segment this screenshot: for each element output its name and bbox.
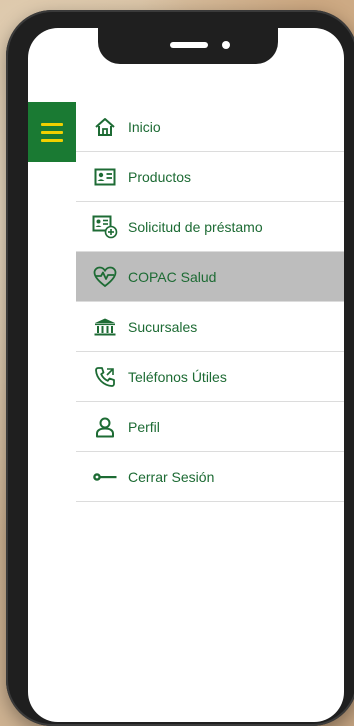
menu-item-label: Inicio [128, 118, 161, 135]
side-menu: Inicio Productos Solicitud de préstamo C… [76, 102, 344, 502]
id-card-icon [92, 164, 118, 190]
menu-item-label: COPAC Salud [128, 268, 217, 285]
home-icon [92, 114, 118, 140]
menu-item-label: Productos [128, 168, 192, 185]
phone-notch [98, 28, 278, 64]
menu-item-label: Teléfonos Útiles [128, 368, 227, 385]
menu-item-cerrar-sesion[interactable]: Cerrar Sesión [76, 452, 344, 502]
user-icon [92, 414, 118, 440]
loan-request-icon [92, 214, 118, 240]
menu-item-label: Sucursales [128, 318, 198, 335]
menu-item-copac-salud[interactable]: COPAC Salud [76, 252, 344, 302]
menu-item-inicio[interactable]: Inicio [76, 102, 344, 152]
bank-icon [92, 314, 118, 340]
front-camera [222, 41, 230, 49]
key-icon [92, 464, 118, 490]
menu-item-sucursales[interactable]: Sucursales [76, 302, 344, 352]
menu-item-label: Solicitud de préstamo [128, 218, 263, 235]
heart-pulse-icon [92, 264, 118, 290]
menu-item-productos[interactable]: Productos [76, 152, 344, 202]
menu-item-telefonos-utiles[interactable]: Teléfonos Útiles [76, 352, 344, 402]
hamburger-menu-button[interactable] [28, 102, 76, 162]
hamburger-icon [41, 122, 63, 126]
phone-screen: Inicio Productos Solicitud de préstamo C… [28, 28, 344, 722]
menu-item-perfil[interactable]: Perfil [76, 402, 344, 452]
menu-item-label: Cerrar Sesión [128, 468, 215, 485]
phone-icon [92, 364, 118, 390]
phone-frame: Inicio Productos Solicitud de préstamo C… [6, 10, 354, 726]
speaker-grille [170, 42, 208, 48]
menu-item-label: Perfil [128, 418, 160, 435]
menu-item-solicitud-prestamo[interactable]: Solicitud de préstamo [76, 202, 344, 252]
